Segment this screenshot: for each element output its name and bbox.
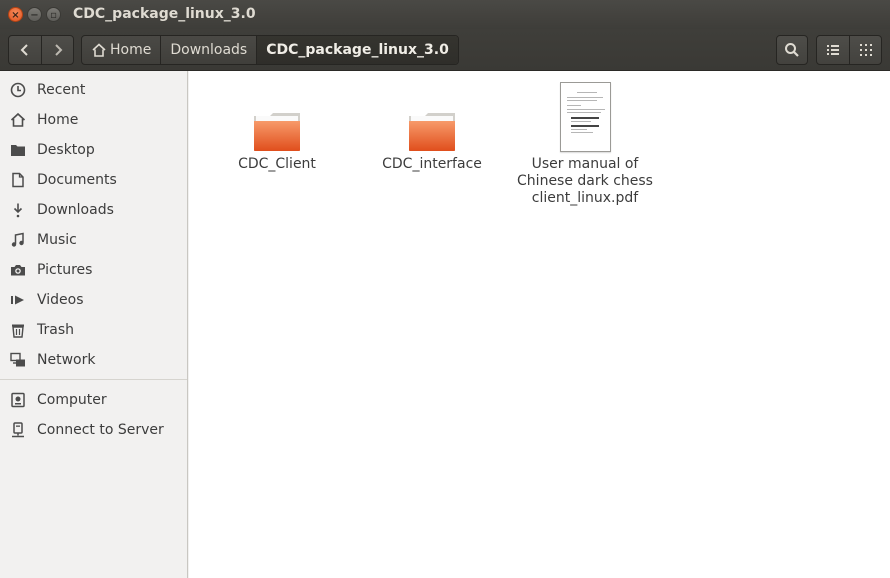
network-icon bbox=[9, 351, 27, 369]
file-item-label: User manual of Chinese dark chess client… bbox=[510, 156, 660, 207]
sidebar-item-network[interactable]: Network bbox=[0, 345, 187, 375]
sidebar-item-desktop[interactable]: Desktop bbox=[0, 135, 187, 165]
sidebar-item-label: Videos bbox=[37, 292, 84, 308]
file-name-line: Chinese dark chess bbox=[517, 173, 653, 189]
computer-icon bbox=[9, 391, 27, 409]
chevron-right-icon bbox=[54, 44, 62, 56]
trash-icon bbox=[9, 321, 27, 339]
sidebar-item-videos[interactable]: Videos bbox=[0, 285, 187, 315]
pdf-thumbnail-icon bbox=[559, 82, 611, 152]
file-manager-window: × − ▫ CDC_package_linux_3.0 Home Downloa… bbox=[0, 0, 890, 578]
list-view-icon bbox=[827, 45, 839, 55]
navigation-buttons bbox=[8, 35, 74, 65]
minimize-window-button[interactable]: − bbox=[27, 7, 42, 22]
search-icon bbox=[785, 43, 799, 57]
sidebar-item-recent[interactable]: Recent bbox=[0, 75, 187, 105]
sidebar-item-label: Pictures bbox=[37, 262, 93, 278]
home-icon bbox=[9, 111, 27, 129]
close-window-button[interactable]: × bbox=[8, 7, 23, 22]
sidebar-item-home[interactable]: Home bbox=[0, 105, 187, 135]
breadcrumb-downloads[interactable]: Downloads bbox=[160, 36, 256, 64]
breadcrumb: Home Downloads CDC_package_linux_3.0 bbox=[81, 35, 459, 65]
list-view-button[interactable] bbox=[817, 36, 849, 64]
breadcrumb-current-folder[interactable]: CDC_package_linux_3.0 bbox=[256, 36, 458, 64]
sidebar-item-pictures[interactable]: Pictures bbox=[0, 255, 187, 285]
sidebar-item-trash[interactable]: Trash bbox=[0, 315, 187, 345]
server-icon bbox=[9, 421, 27, 439]
title-bar[interactable]: × − ▫ CDC_package_linux_3.0 bbox=[0, 0, 890, 29]
file-view[interactable]: CDC_Client CDC_interface User manual of … bbox=[189, 71, 890, 578]
sidebar-item-label: Home bbox=[37, 112, 79, 128]
sidebar-item-computer[interactable]: Computer bbox=[0, 385, 187, 415]
folder-icon bbox=[254, 113, 300, 151]
maximize-window-button[interactable]: ▫ bbox=[46, 7, 61, 22]
chevron-left-icon bbox=[20, 44, 28, 56]
breadcrumb-home[interactable]: Home bbox=[82, 36, 160, 64]
sidebar-item-label: Music bbox=[37, 232, 77, 248]
sidebar-item-connect-to-server[interactable]: Connect to Server bbox=[0, 415, 187, 445]
file-item-label: CDC_Client bbox=[238, 156, 316, 172]
header-bar: Home Downloads CDC_package_linux_3.0 bbox=[0, 29, 890, 71]
file-name-line: User manual of bbox=[531, 156, 639, 172]
sidebar-divider bbox=[0, 379, 187, 380]
download-icon bbox=[9, 201, 27, 219]
music-icon bbox=[9, 231, 27, 249]
sidebar-item-documents[interactable]: Documents bbox=[0, 165, 187, 195]
home-icon bbox=[91, 43, 107, 57]
file-item-pdf[interactable]: User manual of Chinese dark chess client… bbox=[510, 76, 660, 207]
back-button[interactable] bbox=[9, 36, 41, 64]
video-icon bbox=[9, 291, 27, 309]
grid-view-button[interactable] bbox=[849, 36, 881, 64]
clock-icon bbox=[9, 81, 27, 99]
file-item-folder[interactable]: CDC_Client bbox=[202, 76, 352, 173]
sidebar-item-label: Connect to Server bbox=[37, 422, 164, 438]
sidebar-item-label: Downloads bbox=[37, 202, 114, 218]
file-item-folder[interactable]: CDC_interface bbox=[357, 76, 507, 173]
sidebar-item-label: Recent bbox=[37, 82, 86, 98]
sidebar-item-downloads[interactable]: Downloads bbox=[0, 195, 187, 225]
search-button[interactable] bbox=[776, 35, 808, 65]
sidebar-item-label: Computer bbox=[37, 392, 107, 408]
document-icon bbox=[9, 171, 27, 189]
view-mode-buttons bbox=[816, 35, 882, 65]
folder-icon bbox=[409, 113, 455, 151]
sidebar-item-label: Trash bbox=[37, 322, 74, 338]
sidebar: Recent Home Desktop Documents Downloads … bbox=[0, 71, 188, 578]
file-item-label: CDC_interface bbox=[382, 156, 482, 172]
sidebar-item-music[interactable]: Music bbox=[0, 225, 187, 255]
desktop-folder-icon bbox=[9, 141, 27, 159]
file-name-line: client_linux.pdf bbox=[531, 190, 639, 206]
sidebar-item-label: Desktop bbox=[37, 142, 95, 158]
sidebar-item-label: Network bbox=[37, 352, 96, 368]
window-title: CDC_package_linux_3.0 bbox=[73, 6, 256, 22]
sidebar-item-label: Documents bbox=[37, 172, 117, 188]
forward-button[interactable] bbox=[41, 36, 73, 64]
breadcrumb-home-label: Home bbox=[110, 42, 152, 58]
grid-view-icon bbox=[859, 44, 872, 56]
camera-icon bbox=[9, 261, 27, 279]
